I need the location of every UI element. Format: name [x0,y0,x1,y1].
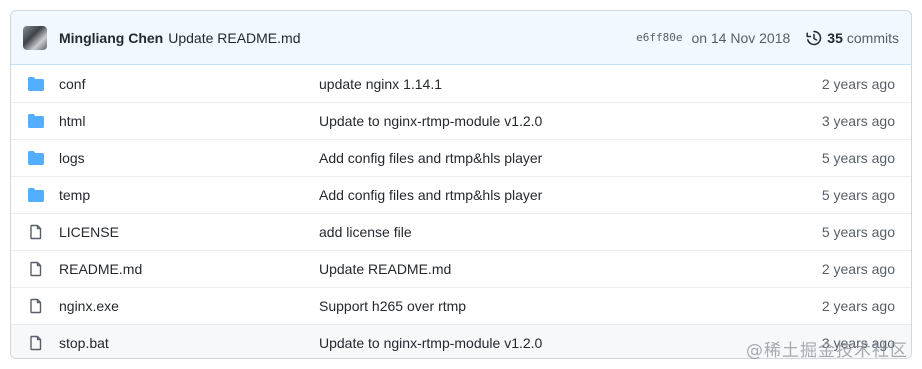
file-commit-message-link[interactable]: Add config files and rtmp&hls player [319,150,542,166]
file-icon-wrap [27,224,45,240]
commit-sha-link[interactable]: e6ff80e [636,31,682,44]
folder-icon [28,76,44,91]
folder-icon [28,151,44,165]
file-icon [30,335,42,351]
file-row[interactable]: conf update nginx 1.14.1 2 years ago [11,65,911,102]
file-commit-message-link[interactable]: Support h265 over rtmp [319,298,466,314]
commit-count: 35 [827,29,843,46]
folder-icon-wrap [27,150,45,166]
file-commit-message-link[interactable]: Update to nginx-rtmp-module v1.2.0 [319,335,542,351]
file-icon-wrap [27,335,45,351]
folder-icon-wrap [27,187,45,203]
file-commit-message-link[interactable]: update nginx 1.14.1 [319,76,442,92]
file-name-link[interactable]: stop.bat [59,335,109,351]
file-row[interactable]: logs Add config files and rtmp&hls player… [11,139,911,176]
file-name-link[interactable]: temp [59,187,90,203]
file-row[interactable]: README.md Update README.md 2 years ago [11,250,911,287]
file-row[interactable]: html Update to nginx-rtmp-module v1.2.0 3 … [11,102,911,139]
commit-author-link[interactable]: Mingliang Chen [59,30,163,46]
latest-commit-bar: Mingliang Chen Update README.md e6ff80e … [11,11,911,65]
file-commit-message-link[interactable]: Add config files and rtmp&hls player [319,187,542,203]
folder-icon-wrap [27,113,45,129]
file-icon [30,298,42,314]
file-list: conf update nginx 1.14.1 2 years ago html Up… [11,65,911,358]
history-icon [806,30,822,45]
watermark-label: @稀土掘金技术社区 [746,341,908,361]
commit-count-label: commits [846,29,899,46]
commits-history-link[interactable]: 35 commits [806,30,899,46]
commit-date: on 14 Nov 2018 [691,29,791,46]
file-commit-age: 2 years ago [821,75,895,92]
file-name-link[interactable]: html [59,113,85,129]
file-name-link[interactable]: logs [59,150,85,166]
file-row[interactable]: temp Add config files and rtmp&hls player… [11,176,911,213]
file-commit-message-link[interactable]: Update to nginx-rtmp-module v1.2.0 [319,113,542,129]
file-icon [30,224,42,240]
file-row[interactable]: LICENSE add license file 5 years ago [11,213,911,250]
folder-icon-wrap [27,76,45,92]
file-icon [30,261,42,277]
file-commit-age: 5 years ago [821,150,895,166]
file-row[interactable]: nginx.exe Support h265 over rtmp 2 years a… [11,287,911,324]
file-commit-age: 2 years ago [821,261,895,277]
commit-message-link[interactable]: Update README.md [168,30,300,46]
file-commit-age: 3 years ago [821,113,895,129]
folder-icon [28,114,44,128]
file-icon-wrap [27,298,45,314]
file-name-link[interactable]: nginx.exe [59,298,119,314]
folder-icon [28,188,44,202]
file-name-link[interactable]: LICENSE [59,224,119,240]
file-commit-message-link[interactable]: add license file [319,224,412,240]
file-commit-message-link[interactable]: Update README.md [319,261,451,277]
file-icon-wrap [27,261,45,277]
file-commit-age: 5 years ago [821,187,895,203]
avatar[interactable] [23,25,47,50]
file-name-link[interactable]: conf [59,76,85,92]
file-commit-age: 5 years ago [821,224,895,240]
file-browser: Mingliang Chen Update README.md e6ff80e … [10,10,912,359]
file-name-link[interactable]: README.md [59,261,142,277]
file-commit-age: 2 years ago [821,298,895,314]
